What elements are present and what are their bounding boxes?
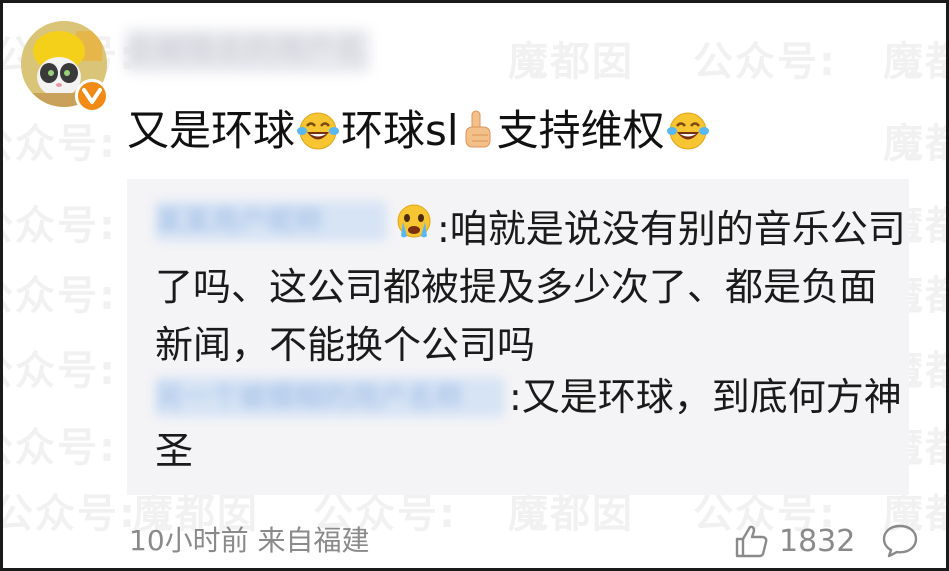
watermark: 公众号: bbox=[3, 273, 117, 319]
comment-text-part: 又是环球 bbox=[127, 106, 296, 155]
post-time-source: 10小时前 来自福建 bbox=[129, 524, 370, 557]
author-name[interactable]: 会被隐去的用户名 bbox=[125, 29, 370, 73]
watermark: 公众号: bbox=[693, 39, 837, 85]
weibo-comment-card: 公众号: 魔都囡 公众号: 魔都囡 公众号: 魔都囡 公众号: 魔都囡 公众号:… bbox=[0, 0, 949, 571]
laughing-tears-emoji-icon bbox=[297, 112, 340, 150]
watermark: 公众号: bbox=[3, 203, 117, 249]
reply-line: 另一个被模糊的用户名称 :又是环球，到底何方神 bbox=[155, 369, 902, 425]
thumbs-up-emoji-icon bbox=[465, 110, 491, 148]
reply-text-line: 了吗、这公司都被提及多少次了、都是负面 bbox=[155, 265, 878, 309]
reply-text-line: 圣 bbox=[155, 429, 194, 473]
comment-body: 又是环球 环球sl 支持维权 bbox=[127, 103, 927, 159]
reply-author-name[interactable]: 某某用户昵称 bbox=[155, 201, 387, 241]
comment-text-part: 支持维权 bbox=[496, 106, 665, 155]
watermark: 魔都囡 bbox=[508, 39, 634, 85]
laughing-tears-emoji-icon bbox=[666, 112, 709, 150]
watermark: 公众号: bbox=[3, 121, 117, 167]
reply-text-line: :又是环球，到底何方神 bbox=[509, 375, 902, 419]
reply-author-name[interactable]: 另一个被模糊的用户名称 bbox=[155, 377, 505, 417]
watermark: 公众号: bbox=[0, 491, 137, 537]
comment-icon[interactable] bbox=[881, 523, 919, 559]
like-count: 1832 bbox=[779, 523, 856, 559]
reply-text-line: 新闻，不能换个公司吗 bbox=[155, 323, 536, 367]
reply-text: :咱就是说没有别的音乐公司 bbox=[391, 201, 906, 257]
watermark: 公众号: bbox=[3, 425, 117, 471]
quoted-replies[interactable]: 某某用户昵称 :咱就是说没有别的音乐公司 了吗、这公司都被提及多少次了、都是负面… bbox=[127, 179, 909, 495]
thumbs-up-icon bbox=[735, 525, 768, 558]
watermark: 魔都囡 bbox=[883, 39, 946, 85]
watermark: 公众号: bbox=[3, 348, 117, 394]
comment-text-part: 环球sl bbox=[341, 106, 459, 155]
reply-text-line: :咱就是说没有别的音乐公司 bbox=[437, 207, 906, 251]
verified-badge-icon bbox=[75, 79, 109, 113]
like-button[interactable]: 1832 bbox=[733, 521, 855, 561]
